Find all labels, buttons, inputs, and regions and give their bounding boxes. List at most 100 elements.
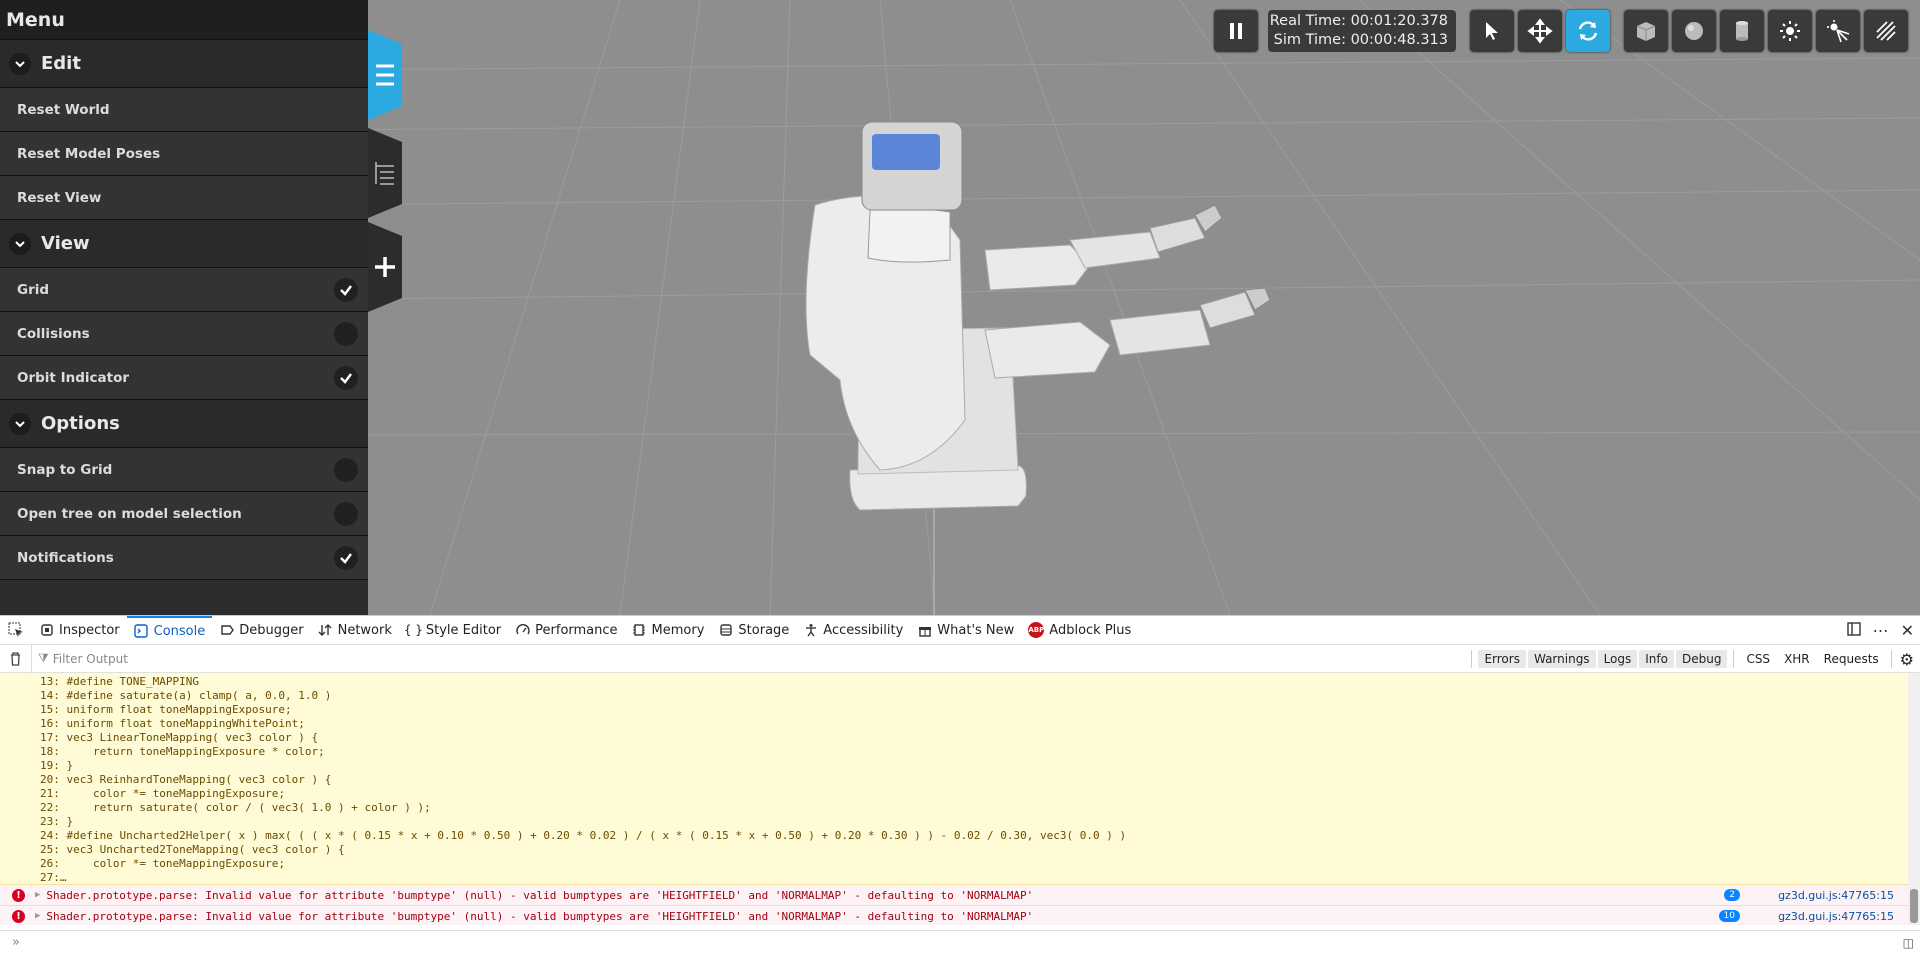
filter-requests[interactable]: Requests [1818,650,1885,668]
code-line: 22: return saturate( color / ( vec3( 1.0… [40,801,431,814]
section-view[interactable]: View [0,220,368,268]
close-devtools-button[interactable]: ✕ [1901,621,1914,640]
collisions-toggle[interactable] [334,321,358,346]
console-scrollbar[interactable] [1908,673,1920,925]
menu-item-reset-world[interactable]: Reset World [0,88,368,132]
inspector-icon [39,623,54,638]
filter-output-input[interactable]: ⧩ Filter Output [38,651,128,666]
orbit-indicator-toggle[interactable] [334,365,358,390]
tab-label: Adblock Plus [1049,622,1132,638]
tab-performance[interactable]: Performance [508,616,624,645]
menu-item-orbit-indicator[interactable]: Orbit Indicator [0,356,368,400]
spot-light-button[interactable] [1816,10,1860,52]
section-label: Options [41,413,120,434]
filter-xhr[interactable]: XHR [1778,650,1816,668]
element-picker-button[interactable] [0,616,32,645]
devtools-window-controls: ⋯ ✕ [1846,616,1914,645]
notifications-toggle[interactable] [334,545,358,570]
error-source-link[interactable]: gz3d.gui.js:47765:15 [1778,889,1894,902]
menu-item-grid[interactable]: Grid [0,268,368,312]
console-prompt-icon: » [12,935,20,950]
filter-errors[interactable]: Errors [1478,650,1526,668]
filter-warnings[interactable]: Warnings [1527,650,1596,668]
warning-message-code: 13: #define TONE_MAPPING 14: #define satu… [0,673,1908,885]
tab-style-editor[interactable]: { } Style Editor [399,616,508,645]
snap-to-grid-toggle[interactable] [334,457,358,482]
tab-whats-new[interactable]: What's New [910,616,1021,645]
error-source-link[interactable]: gz3d.gui.js:47765:15 [1778,910,1894,923]
chevron-down-icon [9,52,31,75]
memory-icon [632,623,647,638]
expand-triangle-icon[interactable]: ▶ [35,890,40,900]
repeat-count-badge: 2 [1724,889,1740,901]
filter-css[interactable]: CSS [1740,650,1776,668]
menu-item-open-tree[interactable]: Open tree on model selection [0,492,368,536]
filter-info[interactable]: Info [1639,650,1674,668]
insert-tab[interactable] [368,222,402,312]
menu-item-reset-view[interactable]: Reset View [0,176,368,220]
filter-placeholder: Filter Output [52,651,128,666]
code-line: 13: #define TONE_MAPPING [40,675,199,688]
dock-icon [1846,622,1861,636]
tab-adblock-plus[interactable]: ABP Adblock Plus [1021,616,1138,645]
more-options-button[interactable]: ⋯ [1873,621,1889,640]
console-output: 13: #define TONE_MAPPING 14: #define satu… [0,673,1908,925]
console-settings-button[interactable]: ⚙ [1898,650,1920,669]
pause-button[interactable] [1214,10,1258,52]
check-icon [340,552,352,564]
code-line: 21: color *= toneMappingExposure; [40,787,286,800]
tab-storage[interactable]: Storage [711,616,796,645]
open-tree-toggle[interactable] [334,501,358,526]
filter-debug[interactable]: Debug [1675,650,1728,668]
error-message-row[interactable]: ! ▶ Shader.prototype.parse: Invalid valu… [0,885,1908,906]
menu-item-reset-model-poses[interactable]: Reset Model Poses [0,132,368,176]
tab-accessibility[interactable]: Accessibility [796,616,910,645]
dock-toggle-button[interactable] [1846,621,1861,640]
translate-mode-button[interactable] [1518,10,1562,52]
expand-triangle-icon[interactable]: ▶ [35,911,40,921]
menu-item-label: Notifications [17,549,114,566]
error-message-row[interactable]: ! ▶ Shader.prototype.parse: Invalid valu… [0,906,1908,925]
filter-logs[interactable]: Logs [1597,650,1638,668]
select-mode-button[interactable] [1470,10,1514,52]
cylinder-shape-button[interactable] [1720,10,1764,52]
menu-item-snap-to-grid[interactable]: Snap to Grid [0,448,368,492]
tab-label: Storage [738,622,790,638]
storage-icon [718,623,733,638]
menu-item-notifications[interactable]: Notifications [0,536,368,580]
section-label: Edit [41,53,81,74]
menu-title: Menu [0,0,368,40]
pause-icon [1230,23,1242,39]
point-light-button[interactable] [1768,10,1812,52]
section-label: View [41,233,90,254]
editor-mode-button[interactable]: ◫ [1903,936,1914,950]
box-shape-button[interactable] [1624,10,1668,52]
scrollbar-thumb[interactable] [1910,889,1918,923]
move-icon [1527,18,1553,44]
menu-item-label: Reset View [17,189,102,206]
code-line: 19: } [40,759,74,772]
tab-memory[interactable]: Memory [625,616,712,645]
split-editor-icon: ◫ [1902,935,1914,950]
console-input-row[interactable]: » ◫ [0,930,1920,954]
tab-console[interactable]: Console [126,615,213,645]
menu-item-collisions[interactable]: Collisions [0,312,368,356]
sim-time: Sim Time: 00:00:48.313 [1273,32,1448,48]
tab-network[interactable]: Network [311,616,399,645]
console-filter-bar: ⧩ Filter Output Errors Warnings Logs Inf… [0,644,1920,673]
tab-label: What's New [937,622,1015,638]
section-edit[interactable]: Edit [0,40,368,88]
code-line: 18: return toneMappingExposure * color; [40,745,325,758]
section-options[interactable]: Options [0,400,368,448]
rotate-mode-button[interactable] [1566,10,1610,52]
sphere-shape-button[interactable] [1672,10,1716,52]
model-tree-tab[interactable] [368,128,402,218]
error-icon: ! [12,909,25,923]
directional-light-button[interactable] [1864,10,1908,52]
menu-tab[interactable] [368,30,402,120]
clear-console-button[interactable] [0,644,32,673]
grid-toggle[interactable] [334,277,358,302]
adblock-icon: ABP [1028,622,1045,638]
tab-inspector[interactable]: Inspector [32,616,127,645]
tab-debugger[interactable]: Debugger [212,616,310,645]
